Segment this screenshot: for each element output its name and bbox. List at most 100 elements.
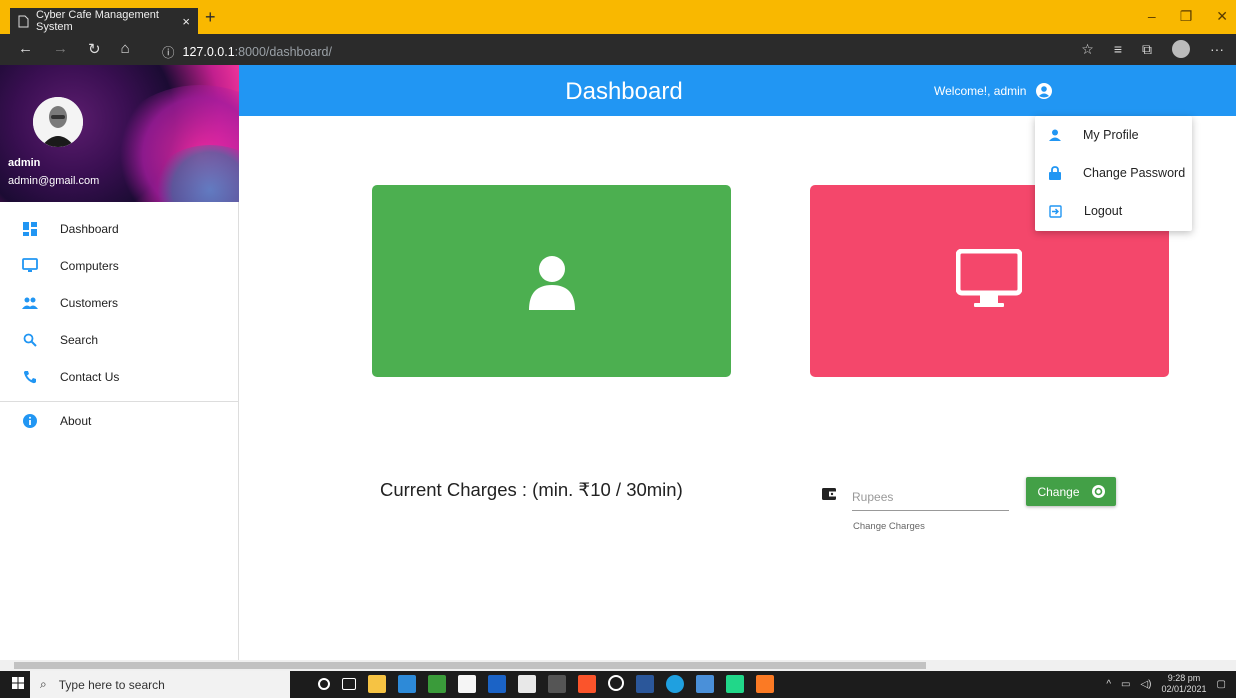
- person-icon: [527, 255, 577, 310]
- sidebar-item-label: Computers: [60, 258, 119, 273]
- word-icon[interactable]: [636, 675, 654, 693]
- windows-start-icon[interactable]: [12, 677, 24, 689]
- scrollbar-thumb[interactable]: [14, 662, 926, 669]
- profile-avatar-icon[interactable]: [1172, 40, 1190, 58]
- user-menu-toggle[interactable]: Welcome!, admin: [934, 83, 1053, 99]
- clock-time: 9:28 pm: [1167, 673, 1201, 683]
- more-icon[interactable]: ···: [1210, 41, 1224, 57]
- url-host: 127.0.0.1: [182, 44, 235, 59]
- sidebar-item-customers[interactable]: Customers: [0, 284, 239, 321]
- minimize-button[interactable]: –: [1148, 8, 1156, 25]
- browser-tab[interactable]: Cyber Cafe Management System ×: [10, 8, 198, 34]
- back-arrow-icon[interactable]: ←: [18, 40, 33, 58]
- edge-icon[interactable]: [666, 675, 684, 693]
- profile-name: admin: [8, 157, 41, 169]
- tab-close-icon[interactable]: ×: [182, 14, 190, 29]
- calculator-icon[interactable]: [548, 675, 566, 693]
- sidebar-item-label: Contact Us: [60, 369, 120, 384]
- dropdown-item-logout[interactable]: Logout: [1035, 192, 1192, 230]
- clock-app-icon[interactable]: [608, 675, 624, 691]
- address-bar: ← → ↻ ⌂ ⓘ 127.0.0.1:8000/dashboard/ ☆ ≡ …: [0, 34, 1236, 65]
- person-icon: [1049, 129, 1061, 141]
- window-controls: – ❐ ✕: [1148, 8, 1228, 25]
- chevron-up-icon[interactable]: ^: [1106, 679, 1111, 690]
- clock[interactable]: 9:28 pm 02/01/2021: [1162, 673, 1207, 695]
- sidebar-menu: Dashboard Computers Customers Search Con…: [0, 210, 239, 439]
- change-button[interactable]: Change: [1026, 477, 1116, 506]
- sidebar-item-label: Search: [60, 332, 99, 347]
- restore-button[interactable]: ❐: [1180, 8, 1193, 25]
- phone-icon: [22, 369, 38, 385]
- welcome-text: Welcome!, admin: [934, 84, 1027, 98]
- close-window-button[interactable]: ✕: [1216, 8, 1228, 25]
- app-icon[interactable]: [428, 675, 446, 693]
- taskbar-app-icons: [318, 675, 774, 693]
- logout-icon: [1049, 204, 1062, 218]
- browser-toolbar-right: ☆ ≡ ⧉ ···: [1081, 40, 1224, 58]
- rupees-input[interactable]: [852, 484, 1009, 511]
- lock-icon: [1049, 166, 1061, 180]
- cortana-icon[interactable]: [318, 678, 330, 690]
- account-circle-icon: [1036, 83, 1053, 99]
- task-view-icon[interactable]: [342, 678, 356, 690]
- mail-icon[interactable]: [398, 675, 416, 693]
- monitor-icon: [956, 249, 1022, 309]
- favorites-icon[interactable]: ≡: [1114, 41, 1122, 57]
- wallet-icon: [822, 487, 837, 501]
- sidebar-item-about[interactable]: About: [0, 402, 239, 439]
- dropdown-item-label: My Profile: [1083, 128, 1139, 142]
- customers-card[interactable]: [372, 185, 731, 377]
- taskbar-search-box[interactable]: ⌕ Type here to search: [30, 671, 290, 698]
- app-icon[interactable]: [696, 675, 714, 693]
- clock-date: 02/01/2021: [1161, 684, 1207, 694]
- home-icon[interactable]: ⌂: [121, 40, 130, 58]
- browser-tab-bar: Cyber Cafe Management System × + – ❐ ✕: [0, 0, 1236, 34]
- info-circle-icon[interactable]: ⓘ: [162, 42, 175, 61]
- volume-icon[interactable]: ◁): [1140, 679, 1151, 690]
- tab-title: Cyber Cafe Management System: [36, 9, 159, 33]
- windows-taskbar: ⌕ Type here to search ^ ▭ ◁) 9:28 pm 02/…: [0, 671, 1236, 698]
- collections-icon[interactable]: ⧉: [1142, 41, 1152, 58]
- sidebar-item-label: Customers: [60, 295, 119, 310]
- dropdown-item-label: Logout: [1084, 204, 1123, 218]
- sidebar-item-dashboard[interactable]: Dashboard: [0, 210, 239, 247]
- dropdown-item-change-password[interactable]: Change Password: [1035, 154, 1192, 192]
- page-title: Dashboard: [565, 78, 683, 105]
- pycharm-icon[interactable]: [726, 675, 744, 693]
- profile-email: admin@gmail.com: [8, 175, 100, 187]
- app-icon[interactable]: [518, 675, 536, 693]
- app-icon[interactable]: [488, 675, 506, 693]
- xampp-icon[interactable]: [756, 675, 774, 693]
- avatar: [33, 97, 83, 147]
- user-dropdown-menu: My Profile Change Password Logout: [1035, 116, 1192, 231]
- network-icon[interactable]: ▭: [1121, 679, 1130, 690]
- sidebar-item-search[interactable]: Search: [0, 321, 239, 358]
- sidebar-item-label: About: [60, 413, 92, 428]
- notification-icon[interactable]: ▢: [1217, 679, 1226, 690]
- refresh-icon[interactable]: ↻: [88, 40, 101, 58]
- file-explorer-icon[interactable]: [368, 675, 386, 693]
- dropdown-item-my-profile[interactable]: My Profile: [1035, 116, 1192, 154]
- dropdown-item-label: Change Password: [1083, 166, 1186, 180]
- url-path: :8000/dashboard/: [234, 44, 332, 59]
- top-header: Dashboard Welcome!, admin: [239, 65, 1236, 116]
- sidebar-item-computers[interactable]: Computers: [0, 247, 239, 284]
- page-icon: [18, 15, 29, 28]
- horizontal-scrollbar[interactable]: [0, 660, 1236, 671]
- brave-icon[interactable]: [578, 675, 596, 693]
- sidebar: admin admin@gmail.com Dashboard Computer…: [0, 65, 239, 660]
- forward-arrow-icon[interactable]: →: [53, 40, 68, 58]
- current-charges-label: Current Charges : (min. ₹10 / 30min): [380, 479, 683, 500]
- change-button-label: Change: [1037, 484, 1080, 499]
- store-icon[interactable]: [458, 675, 476, 693]
- send-circle-icon: [1091, 485, 1105, 498]
- new-tab-button[interactable]: +: [205, 7, 216, 28]
- system-tray: ^ ▭ ◁) 9:28 pm 02/01/2021 ▢: [1106, 673, 1226, 695]
- sidebar-item-contact-us[interactable]: Contact Us: [0, 358, 239, 395]
- sidebar-profile-header: admin admin@gmail.com: [0, 65, 239, 202]
- search-icon: ⌕: [40, 677, 47, 691]
- nav-buttons: ← → ↻ ⌂: [18, 40, 130, 58]
- url-field[interactable]: ⓘ 127.0.0.1:8000/dashboard/: [162, 42, 332, 61]
- change-charges-caption: Change Charges: [853, 521, 925, 532]
- star-icon[interactable]: ☆: [1081, 41, 1094, 58]
